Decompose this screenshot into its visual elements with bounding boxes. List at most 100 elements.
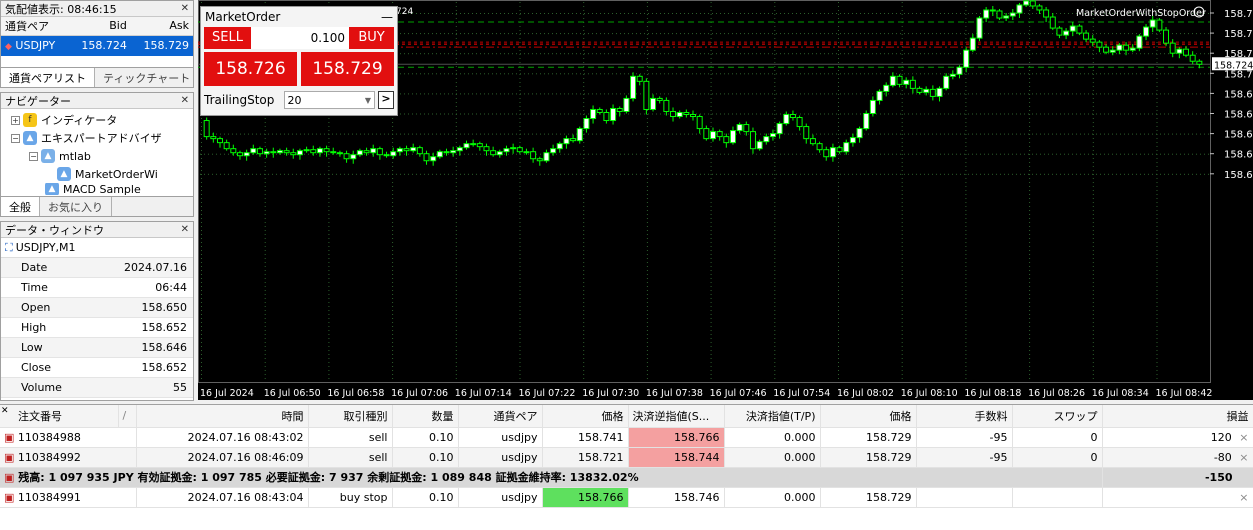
grid-dot	[276, 133, 277, 135]
grid-dot	[1029, 18, 1031, 19]
col-current-price[interactable]: 価格	[820, 405, 917, 428]
grid-dot	[436, 173, 437, 175]
grid-dot	[710, 346, 712, 347]
grid-dot	[508, 133, 509, 135]
grid-dot	[860, 93, 861, 95]
pending-sl[interactable]: 158.746	[628, 487, 725, 508]
grid-dot	[264, 258, 266, 259]
grid-dot	[392, 246, 394, 247]
grid-dot	[1029, 166, 1031, 167]
grid-dot	[392, 194, 394, 195]
order-volume: 0.10	[392, 427, 459, 448]
grid-dot	[583, 110, 585, 111]
order-sl[interactable]: 158.744	[628, 447, 725, 468]
grid-dot	[1148, 173, 1149, 175]
nav-experts[interactable]: − ▲ エキスパートアドバイザ	[5, 129, 189, 147]
grid-dot	[980, 113, 981, 115]
col-profit[interactable]: 損益	[1102, 405, 1253, 428]
terminal-close-icon[interactable]: ✕	[1, 406, 9, 416]
pending-tp[interactable]: 0.000	[724, 487, 821, 508]
close-icon[interactable]: ✕	[181, 95, 189, 106]
close-order-icon[interactable]: ×	[1239, 491, 1248, 504]
grid-dot	[448, 73, 449, 75]
col-symbol[interactable]: 通貨ペア	[458, 405, 543, 428]
apply-trailing-button[interactable]: >	[378, 91, 394, 109]
grid-dot	[476, 153, 477, 155]
navigator-title-bar[interactable]: ナビゲーター ✕	[1, 93, 193, 109]
tab-symbols[interactable]: 通貨ペアリスト	[1, 68, 95, 87]
market-watch-title-bar[interactable]: 気配値表示: 08:46:15 ✕	[1, 1, 193, 17]
order-row[interactable]: ▣ 110384988 2024.07.16 08:43:02 sell 0.1…	[0, 427, 1253, 448]
grid-dot	[532, 13, 533, 14]
grid-dot	[488, 173, 489, 175]
nav-macd-sample[interactable]: ▲ MACD Sample	[5, 183, 189, 195]
grid-dot	[646, 330, 648, 331]
grid-dot	[584, 13, 585, 14]
grid-dot	[1156, 214, 1158, 215]
grid-dot	[710, 338, 712, 339]
grid-dot	[1004, 33, 1005, 35]
close-icon[interactable]: ✕	[181, 3, 189, 14]
sell-price-button[interactable]: 158.726	[204, 52, 297, 86]
buy-price-button[interactable]: 158.729	[301, 52, 394, 86]
grid-dot	[901, 266, 903, 267]
close-icon[interactable]: ✕	[181, 224, 189, 235]
data-label: Time	[21, 281, 48, 294]
nav-marketorder-ea[interactable]: ▲ MarketOrderWi	[5, 165, 189, 183]
order-tp[interactable]: 0.000	[724, 447, 821, 468]
grid-dot	[519, 18, 521, 19]
col-sl[interactable]: 決済逆指値(S...	[628, 405, 725, 428]
grid-dot	[1060, 13, 1061, 14]
grid-dot	[965, 314, 967, 315]
order-row[interactable]: ▣ 110384992 2024.07.16 08:46:09 sell 0.1…	[0, 447, 1253, 468]
order-sl[interactable]: 158.766	[628, 427, 725, 448]
grid-dot	[976, 93, 977, 95]
tab-general[interactable]: 全般	[1, 197, 40, 216]
symbol-row[interactable]: ◆ USDJPY 158.724 158.729	[1, 35, 193, 56]
grid-dot	[256, 133, 257, 135]
nav-indicators[interactable]: + f インディケータ	[5, 111, 189, 129]
tab-tick-chart[interactable]: ティックチャート	[95, 68, 193, 87]
pending-order-row[interactable]: ▣ 110384991 2024.07.16 08:43:04 buy stop…	[0, 487, 1253, 508]
expand-icon[interactable]: +	[11, 115, 20, 125]
col-time[interactable]: 時間	[136, 405, 309, 428]
trailing-stop-select[interactable]: 20 ▼	[283, 91, 376, 109]
col-ask[interactable]: Ask	[130, 17, 193, 36]
grid-dot	[920, 53, 921, 55]
grid-dot	[560, 113, 561, 115]
col-type[interactable]: 取引種別	[308, 405, 393, 428]
volume-input[interactable]: 0.100	[251, 27, 349, 49]
grid-dot	[876, 13, 877, 14]
col-price[interactable]: 価格	[542, 405, 629, 428]
grid-dot	[1132, 133, 1133, 135]
buy-button[interactable]: BUY	[349, 27, 394, 49]
close-order-icon[interactable]: ×	[1239, 431, 1248, 444]
col-volume[interactable]: 数量	[392, 405, 459, 428]
sell-button[interactable]: SELL	[204, 27, 251, 49]
collapse-icon[interactable]: −	[29, 151, 38, 161]
collapse-icon[interactable]: −	[11, 133, 20, 143]
grid-dot	[788, 13, 789, 14]
col-order-id[interactable]: 注文番号	[0, 405, 119, 428]
col-tp[interactable]: 決済指値(T/P)	[724, 405, 821, 428]
data-window-title-bar[interactable]: データ・ウィンドウ ✕	[1, 222, 193, 238]
grid-dot	[838, 126, 839, 127]
tab-favorites[interactable]: お気に入り	[40, 197, 112, 216]
grid-dot	[628, 133, 629, 135]
grid-dot	[300, 133, 301, 135]
grid-dot	[519, 110, 521, 111]
col-commission[interactable]: 手数料	[916, 405, 1013, 428]
order-tp[interactable]: 0.000	[724, 427, 821, 448]
grid-dot	[392, 130, 394, 131]
col-swap[interactable]: スワップ	[1012, 405, 1103, 428]
market-order-title-bar[interactable]: MarketOrder —	[201, 7, 397, 27]
grid-dot	[352, 173, 353, 175]
col-bid[interactable]: Bid	[68, 17, 131, 36]
nav-mtlab[interactable]: − ▲ mtlab	[5, 147, 189, 165]
minimize-icon[interactable]: —	[381, 10, 393, 24]
grid-dot	[519, 102, 521, 103]
grid-dot	[556, 93, 557, 95]
grid-dot	[568, 53, 569, 55]
col-symbol[interactable]: 通貨ペア	[1, 17, 69, 36]
close-order-icon[interactable]: ×	[1239, 451, 1248, 464]
